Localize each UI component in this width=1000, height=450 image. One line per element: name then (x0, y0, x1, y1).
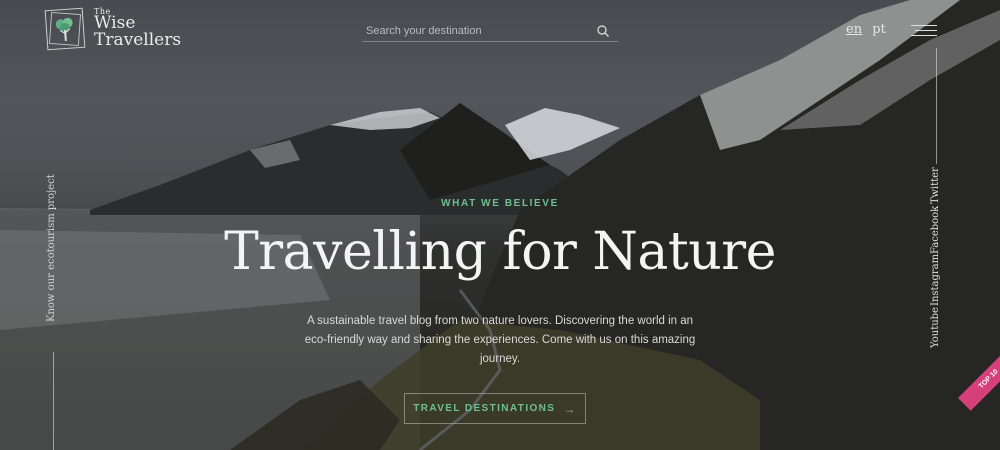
search-bar (362, 20, 618, 42)
divider-left (53, 352, 54, 450)
logo-travellers: Travellers (94, 30, 182, 50)
site-logo[interactable]: The Wise Travellers (44, 7, 182, 50)
hero-eyebrow: WHAT WE BELIEVE (441, 198, 559, 209)
lang-pt[interactable]: pt (872, 22, 886, 37)
arrow-right-icon: → (563, 401, 577, 416)
hero-title: Travelling for Nature (224, 222, 776, 282)
search-input[interactable] (362, 24, 582, 37)
divider-right (936, 48, 937, 164)
social-link-youtube[interactable]: Youtube (930, 307, 941, 348)
language-switcher: en pt (846, 22, 892, 37)
hero-description: A sustainable travel blog from two natur… (304, 315, 696, 365)
lang-en[interactable]: en (846, 22, 862, 37)
travel-destinations-button[interactable]: TRAVEL DESTINATIONS → (404, 393, 586, 424)
tree-logo-icon (44, 7, 86, 50)
hamburger-menu-icon[interactable] (911, 25, 937, 37)
cta-label: TRAVEL DESTINATIONS (413, 403, 556, 414)
search-icon[interactable] (596, 24, 610, 38)
